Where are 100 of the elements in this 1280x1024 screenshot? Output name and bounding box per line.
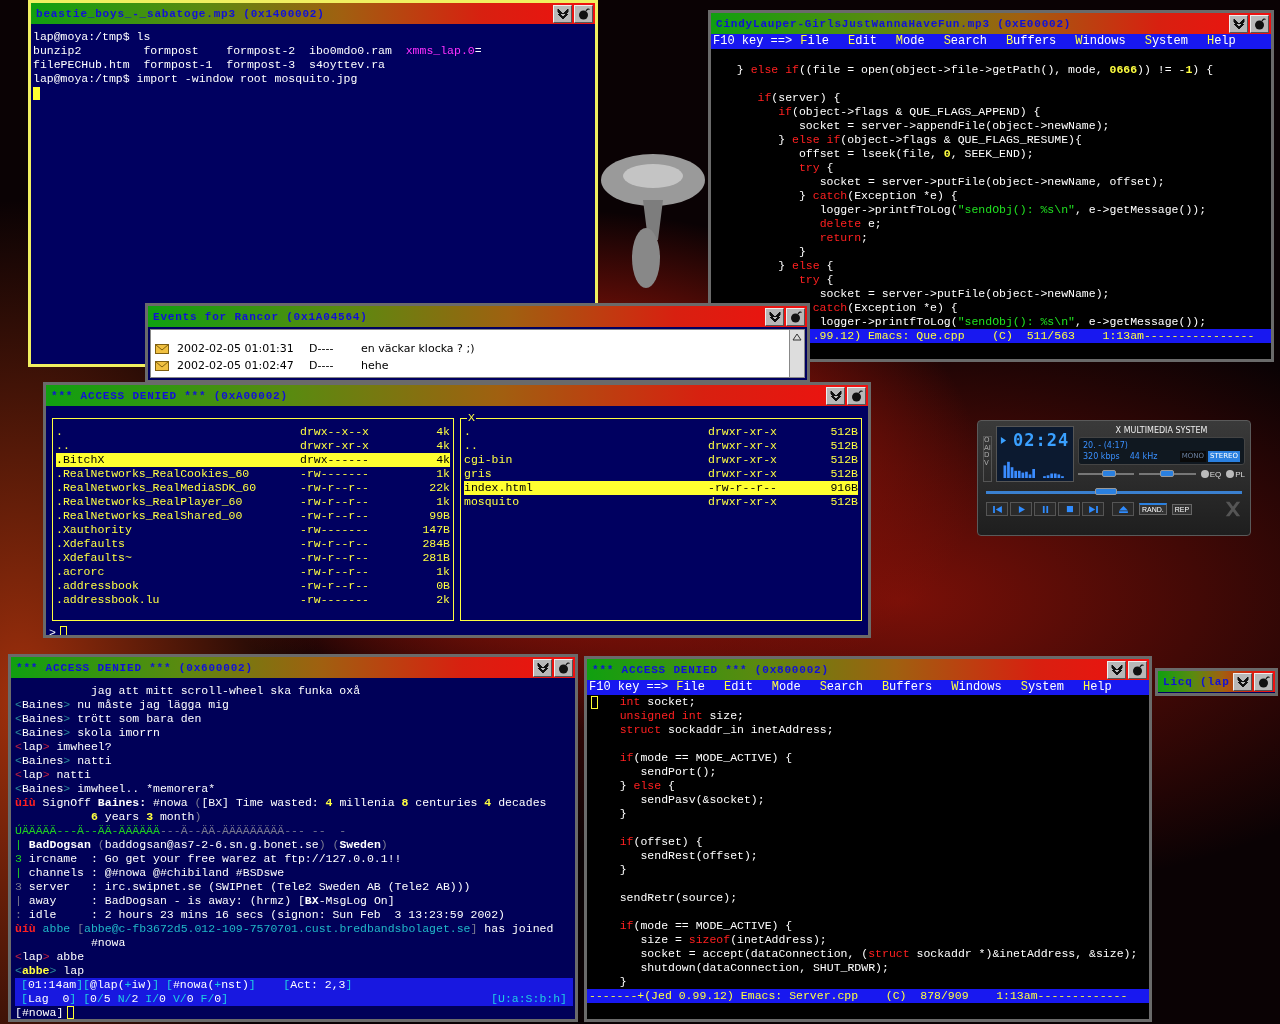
menu-item[interactable]: System: [1020, 680, 1064, 695]
toggle-button[interactable]: EQ: [1200, 469, 1222, 479]
bomb-icon: [1257, 675, 1270, 688]
code-line: } catch(Exception *e) {: [798, 189, 958, 203]
pause-button[interactable]: [1034, 502, 1056, 516]
file-row[interactable]: .Xdefaults~ -rw-r--r-- 281B: [56, 551, 450, 565]
file-row[interactable]: .RealNetworks_RealMediaSDK_60 -rw-r--r-- 22k: [56, 481, 450, 495]
menu-item[interactable]: Windows: [1075, 34, 1126, 49]
file-row[interactable]: index.html -rw-r--r-- 916B: [464, 481, 858, 495]
file-row[interactable]: .addressbook.lu -rw------- 2k: [56, 593, 450, 607]
file-row[interactable]: .RealNetworks_RealShared_00 -rw-r--r-- 99B: [56, 509, 450, 523]
file-size: 1k: [435, 495, 450, 509]
close-button[interactable]: [574, 4, 593, 23]
chat-line: 3 server : irc.swipnet.se (SWIPnet (Tele2 Sweden AB (Tele2 AB))): [15, 880, 472, 894]
eject-button[interactable]: [1112, 502, 1134, 516]
file-row[interactable]: .. drwxr-xr-x 512B: [464, 439, 858, 453]
close-button[interactable]: [1128, 660, 1147, 679]
file-row[interactable]: .. drwxr-xr-x 4k: [56, 439, 450, 453]
shade-button[interactable]: [1229, 14, 1248, 33]
file-size: 512B: [829, 467, 858, 481]
stop-button[interactable]: [1058, 502, 1080, 516]
shade-button[interactable]: [1233, 672, 1252, 691]
code-line: socket = server->putFile(object->newName, offset);: [819, 175, 1165, 189]
file-row[interactable]: gris drwxr-xr-x 512B: [464, 467, 858, 481]
play-button[interactable]: [1010, 502, 1032, 516]
menu-item[interactable]: File: [800, 34, 830, 49]
event-row[interactable]: 2002-02-05 01:02:47 D---- hehe: [151, 357, 789, 374]
file-row[interactable]: .RealNetworks_RealPlayer_60 -rw-r--r-- 1k: [56, 495, 450, 509]
code-line: if(object->flags & QUE_FLAGS_APPEND) {: [778, 105, 1041, 119]
slider-thumb[interactable]: [1095, 488, 1118, 495]
chat-line: | channels : @#nowa @#chibiland #BSDswe: [15, 866, 286, 880]
double-chevron-icon: [1236, 675, 1249, 688]
menu-item[interactable]: Mode: [771, 680, 801, 695]
file-permissions: -rw-r--r--: [300, 537, 370, 551]
menu-item[interactable]: File: [676, 680, 706, 695]
window-title: *** ACCESS DENIED *** (0x600002): [16, 661, 254, 674]
event-date: 2002-02-05 01:01:31: [177, 342, 295, 355]
chat-line: <Baines> nu måste jag lägga mig: [15, 698, 230, 712]
slider-thumb[interactable]: [1160, 470, 1175, 477]
player-title: X MULTIMEDIA SYSTEM: [1114, 426, 1209, 435]
close-button[interactable]: [554, 658, 573, 677]
close-button[interactable]: [847, 386, 866, 405]
chat-line: 3 ircname : Go get your free warez at ftp://127.0.0.1!!: [15, 852, 403, 866]
code-line: delete e;: [819, 217, 882, 231]
file-row[interactable]: .BitchX drwx------ 4k: [56, 453, 450, 467]
file-row[interactable]: cgi-bin drwxr-xr-x 512B: [464, 453, 858, 467]
menu-item[interactable]: Help: [1082, 680, 1112, 695]
file-row[interactable]: .RealNetworks_RealCookies_60 -rw------- 1k: [56, 467, 450, 481]
event-row[interactable]: 2002-02-05 01:01:31 D---- en väckar klocka ? ;): [151, 340, 789, 357]
file-permissions: drwx------: [300, 453, 370, 467]
shade-button[interactable]: [533, 658, 552, 677]
window-title: *** ACCESS DENIED *** (0xA00002): [51, 389, 289, 402]
menu-hint: F10 key ==>: [589, 680, 669, 695]
close-button[interactable]: [1250, 14, 1269, 33]
shade-button[interactable]: [826, 386, 845, 405]
menu-item[interactable]: Edit: [848, 34, 877, 49]
next-button[interactable]: [1082, 502, 1104, 516]
terminal-line: lap@moya:/tmp$ ls: [33, 30, 152, 44]
shade-button[interactable]: [765, 307, 784, 326]
close-button[interactable]: [786, 307, 805, 326]
menu-item[interactable]: Help: [1206, 34, 1236, 49]
code-line: } else {: [778, 259, 834, 273]
menu-item[interactable]: Buffers: [881, 680, 933, 695]
file-row[interactable]: .Xdefaults -rw-r--r-- 284B: [56, 537, 450, 551]
menu-item[interactable]: System: [1144, 34, 1188, 49]
scrollbar[interactable]: [789, 330, 804, 377]
file-row[interactable]: .acrorc -rw-r--r-- 1k: [56, 565, 450, 579]
next-icon: [1088, 505, 1098, 513]
previous-button[interactable]: [986, 502, 1008, 516]
close-button[interactable]: [1254, 672, 1273, 691]
slider-thumb[interactable]: [1101, 470, 1116, 477]
file-row[interactable]: .addressbook -rw-r--r-- 0B: [56, 579, 450, 593]
file-name: ..: [56, 439, 71, 453]
file-row[interactable]: mosquito drwxr-xr-x 512B: [464, 495, 858, 509]
file-permissions: drwx--x--x: [300, 425, 370, 439]
menu-item[interactable]: Windows: [951, 680, 1002, 695]
toggle-button[interactable]: PL: [1226, 469, 1245, 479]
menu-item[interactable]: Mode: [895, 34, 925, 49]
shade-button[interactable]: [553, 4, 572, 23]
file-permissions: drwxr-xr-x: [708, 439, 778, 453]
file-row[interactable]: . drwx--x--x 4k: [56, 425, 450, 439]
menu-item[interactable]: Search: [819, 680, 863, 695]
code-line: if(server) {: [757, 91, 841, 105]
chat-line: | BadDogsan (baddogsan@as7-2-6.sn.g.bonet.se) (Sweden): [15, 838, 389, 852]
menu-item[interactable]: Search: [943, 34, 987, 49]
menu-item[interactable]: Edit: [724, 680, 753, 695]
event-date: 2002-02-05 01:02:47: [177, 359, 295, 372]
code-line: logger->printfToLog("sendObj(): %s\n", e->getMessage());: [819, 315, 1207, 329]
menu-item[interactable]: Buffers: [1005, 34, 1057, 49]
status-text: [U:a:S:b:h]: [491, 992, 567, 1006]
file-row[interactable]: .Xauthority -rw------- 147B: [56, 523, 450, 537]
file-permissions: -rw-r--r--: [300, 565, 370, 579]
event-message: en väckar klocka ? ;): [361, 342, 475, 355]
double-chevron-icon: [829, 389, 842, 402]
seek-slider[interactable]: [986, 491, 1242, 494]
previous-icon: [992, 505, 1002, 513]
status-text: [01:14am][@lap(+iw)] [#nowa(+nst)] [Act: 2,3]: [21, 978, 353, 992]
code-line: socket = server->putFile(object->newName);: [819, 287, 1110, 301]
shade-button[interactable]: [1107, 660, 1126, 679]
file-row[interactable]: . drwxr-xr-x 512B: [464, 425, 858, 439]
